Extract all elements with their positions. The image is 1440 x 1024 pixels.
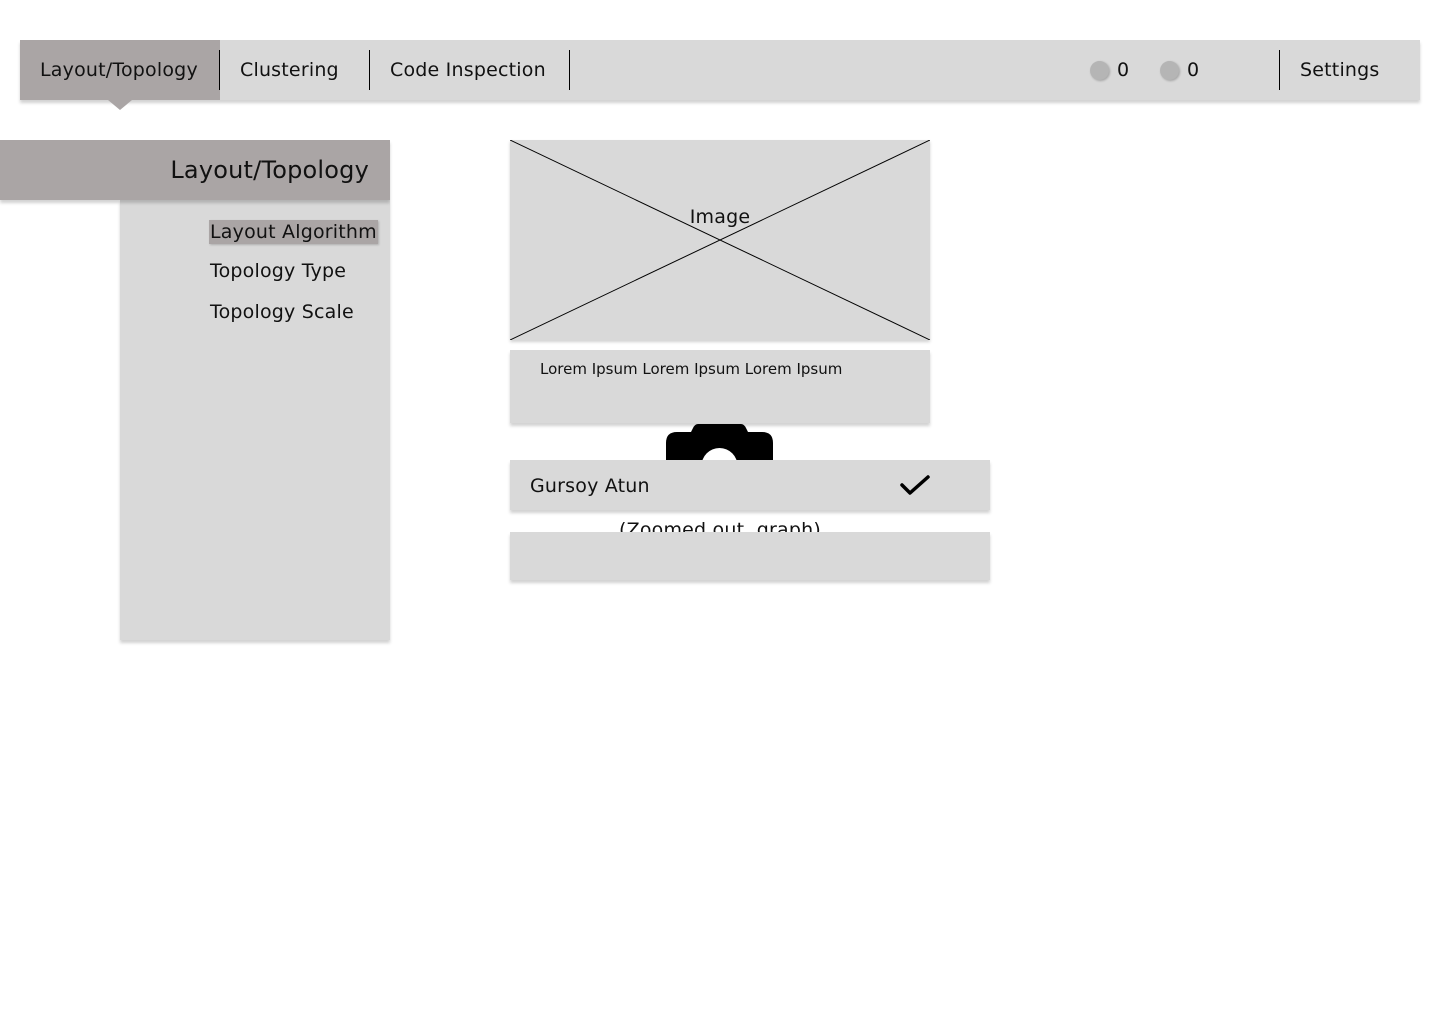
status-dot-icon bbox=[1160, 60, 1179, 80]
status-dot-icon bbox=[1090, 60, 1109, 80]
tab-label: Clustering bbox=[240, 59, 339, 81]
settings-divider bbox=[1279, 50, 1280, 90]
page: Layout/Topology Clustering Code Inspecti… bbox=[0, 0, 1440, 1024]
tab-label: Layout/Topology bbox=[40, 59, 198, 81]
image-placeholder: Image bbox=[510, 140, 930, 340]
empty-list-item[interactable] bbox=[510, 532, 990, 580]
sidebar-item-topology-scale[interactable]: Topology Scale bbox=[209, 300, 355, 324]
counter-value: 0 bbox=[1187, 59, 1200, 81]
user-list-item[interactable]: Gursoy Atun bbox=[510, 460, 990, 510]
status-counter-1[interactable]: 0 bbox=[1090, 40, 1129, 100]
tab-label: Code Inspection bbox=[390, 59, 546, 81]
image-placeholder-cross-icon bbox=[510, 140, 930, 340]
top-nav-bar: Layout/Topology Clustering Code Inspecti… bbox=[20, 40, 1420, 110]
counter-value: 0 bbox=[1117, 59, 1130, 81]
status-counter-2[interactable]: 0 bbox=[1160, 40, 1199, 100]
tab-divider bbox=[219, 50, 220, 90]
settings-tab[interactable]: Settings bbox=[1300, 40, 1380, 100]
camera-icon[interactable] bbox=[666, 422, 773, 460]
sidebar-title-text: Layout/Topology bbox=[170, 156, 369, 184]
tab-code-inspection[interactable]: Code Inspection bbox=[390, 40, 546, 100]
tab-divider bbox=[569, 50, 570, 90]
graph-caption: (Zoomed out, graph) bbox=[510, 517, 930, 532]
user-name: Gursoy Atun bbox=[530, 475, 650, 497]
active-tab-caret-icon bbox=[108, 100, 132, 110]
tab-clustering[interactable]: Clustering bbox=[240, 40, 339, 100]
check-icon bbox=[900, 475, 930, 495]
tab-divider bbox=[369, 50, 370, 90]
sidebar-item-layout-algorithm[interactable]: Layout Algorithm bbox=[209, 220, 378, 244]
tab-layout-topology[interactable]: Layout/Topology bbox=[20, 40, 220, 110]
description-box: Lorem Ipsum Lorem Ipsum Lorem Ipsum bbox=[510, 350, 930, 423]
graph-caption-text: (Zoomed out, graph) bbox=[618, 519, 821, 532]
settings-label: Settings bbox=[1300, 59, 1380, 81]
sidebar-title: Layout/Topology bbox=[0, 140, 390, 200]
image-placeholder-label: Image bbox=[689, 206, 751, 228]
description-text: Lorem Ipsum Lorem Ipsum Lorem Ipsum bbox=[540, 360, 843, 378]
sidebar-item-topology-type[interactable]: Topology Type bbox=[209, 259, 347, 283]
